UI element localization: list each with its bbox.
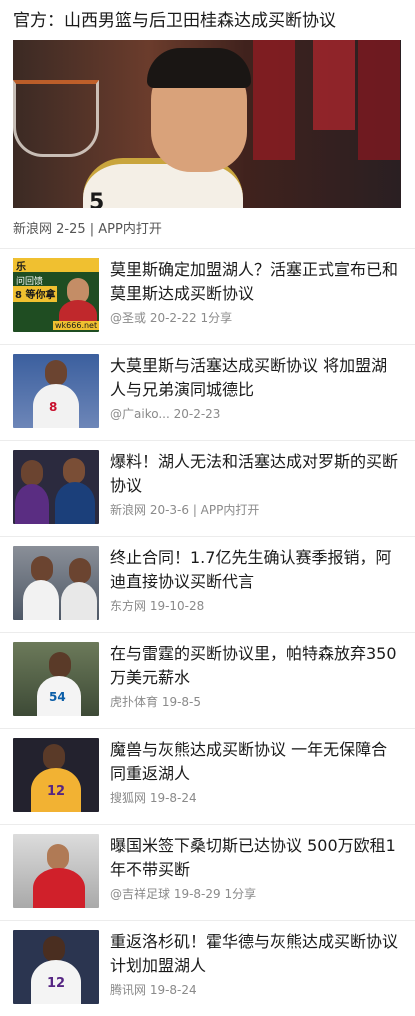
news-title[interactable]: 魔兽与灰熊达成买断协议 一年无保障合同重返湖人 [110,738,402,786]
ad-banner-text: 乐 [16,262,26,273]
news-item[interactable]: 爆料！湖人无法和活塞达成对罗斯的买断协议 新浪网 20-3-6 | APP内打开 [0,440,415,536]
news-meta: 虎扑体育 19-8-5 [110,695,202,709]
news-title[interactable]: 爆料！湖人无法和活塞达成对罗斯的买断协议 [110,450,402,498]
news-meta: 新浪网 20-3-6 | APP内打开 [110,503,260,517]
player-figure [21,460,43,486]
jersey-number: 12 [47,976,66,991]
news-item[interactable]: 12 魔兽与灰熊达成买断协议 一年无保障合同重返湖人 搜狐网 19-8-24 [0,728,415,824]
news-title[interactable]: 在与雷霆的买断协议里，帕特森放弃350万美元薪水 [110,642,402,690]
news-title[interactable]: 大莫里斯与活塞达成买断协议 将加盟湖人与兄弟演同城德比 [110,354,402,402]
player-figure [43,744,65,770]
news-meta: 搜狐网 19-8-24 [110,791,197,805]
jersey-number: 54 [49,690,66,704]
player-figure [55,482,95,524]
news-meta: @圣或 20-2-22 1分享 [110,311,233,325]
news-thumbnail[interactable]: 54 [13,642,99,716]
player-figure [31,556,53,582]
ad-banner-text: wk666.net [53,321,99,330]
news-thumbnail[interactable]: 8 [13,354,99,428]
news-feed: 乐 问回馈 8 等你拿 wk666.net 莫里斯确定加盟湖人？活塞正式宣布已和… [0,248,415,1016]
news-meta: 腾讯网 19-8-24 [110,983,197,997]
top-news-card[interactable]: 官方：山西男篮与后卫田桂森达成买断协议 5 新浪网 2-25 | APP内打开 [0,0,415,248]
news-thumbnail[interactable]: 12 [13,930,99,1004]
news-title[interactable]: 终止合同！1.7亿先生确认赛季报销，阿迪直接协议买断代言 [110,546,402,594]
jersey-number: 12 [47,784,66,799]
news-thumbnail[interactable] [13,546,99,620]
player-jersey [23,580,59,620]
news-thumbnail[interactable] [13,834,99,908]
news-item[interactable]: 54 在与雷霆的买断协议里，帕特森放弃350万美元薪水 虎扑体育 19-8-5 [0,632,415,728]
news-thumbnail[interactable] [13,450,99,524]
jersey-number: 8 [49,400,58,414]
player-figure [63,458,85,484]
player-figure [43,936,65,962]
news-item[interactable]: 8 大莫里斯与活塞达成买断协议 将加盟湖人与兄弟演同城德比 @广aiko... … [0,344,415,440]
player-figure [15,484,49,524]
jersey-number: 5 [89,190,105,208]
top-news-meta: 新浪网 2-25 | APP内打开 [13,222,162,237]
news-meta: @广aiko... 20-2-23 [110,407,221,421]
arena-banner [253,40,295,160]
player-figure [45,360,67,386]
ad-banner-text: 8 等你拿 [15,290,56,301]
player-figure [47,844,69,870]
arena-banner [313,40,355,130]
news-thumbnail[interactable]: 12 [13,738,99,812]
news-title[interactable]: 曝国米签下桑切斯已达协议 500万欧租1年不带买断 [110,834,402,882]
basketball-hoop [13,80,99,157]
player-hair [147,48,251,88]
news-item[interactable]: 12 重返洛杉矶！霍华德与灰熊达成买断协议 计划加盟湖人 腾讯网 19-8-24 [0,920,415,1016]
arena-banner [358,40,400,160]
news-thumbnail[interactable]: 乐 问回馈 8 等你拿 wk666.net [13,258,99,332]
top-news-image[interactable]: 5 [13,40,401,208]
news-item[interactable]: 曝国米签下桑切斯已达协议 500万欧租1年不带买断 @吉祥足球 19-8-29 … [0,824,415,920]
player-figure [69,558,91,584]
player-jersey [33,868,85,908]
player-figure [49,652,71,678]
news-meta: @吉祥足球 19-8-29 1分享 [110,887,257,901]
news-title[interactable]: 莫里斯确定加盟湖人？活塞正式宣布已和莫里斯达成买断协议 [110,258,402,306]
top-news-title[interactable]: 官方：山西男篮与后卫田桂森达成买断协议 [13,8,402,34]
news-item[interactable]: 终止合同！1.7亿先生确认赛季报销，阿迪直接协议买断代言 东方网 19-10-2… [0,536,415,632]
news-title[interactable]: 重返洛杉矶！霍华德与灰熊达成买断协议 计划加盟湖人 [110,930,402,978]
player-jersey [61,582,97,620]
news-meta: 东方网 19-10-28 [110,599,205,613]
news-item[interactable]: 乐 问回馈 8 等你拿 wk666.net 莫里斯确定加盟湖人？活塞正式宣布已和… [0,248,415,344]
